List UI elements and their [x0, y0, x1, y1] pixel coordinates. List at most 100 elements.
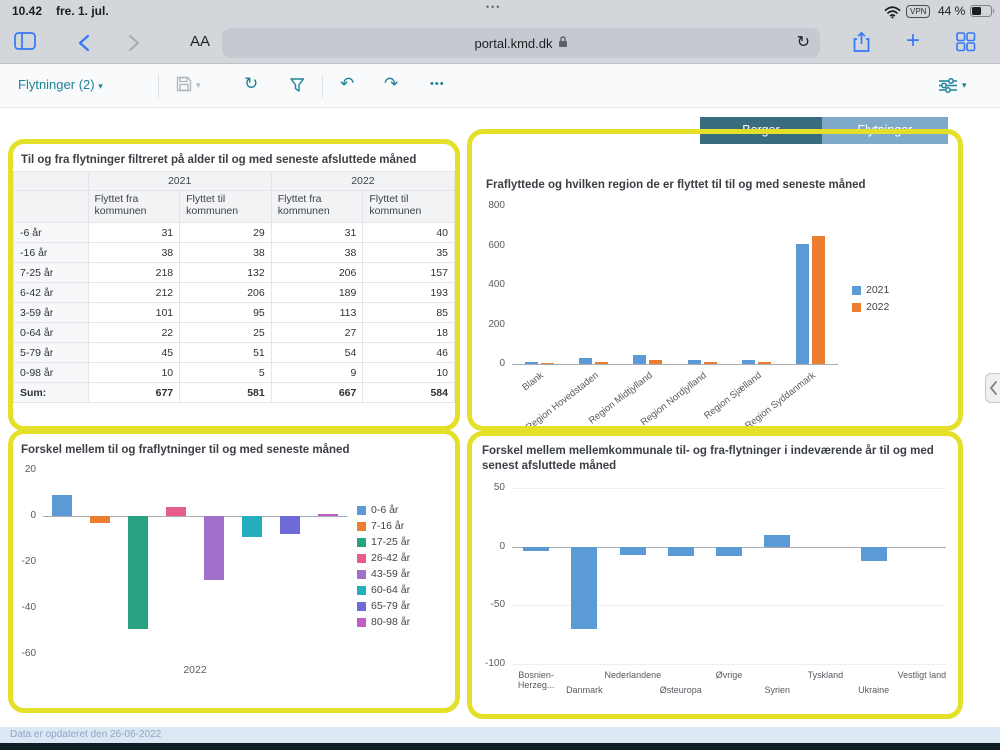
x-axis-line [43, 516, 347, 517]
table-cell: 189 [271, 283, 363, 303]
bar[interactable] [758, 362, 771, 364]
redo-icon[interactable]: ↷ [384, 74, 398, 94]
legend-item[interactable]: 2022 [852, 301, 889, 313]
bar[interactable] [579, 358, 592, 364]
bar[interactable] [525, 362, 538, 364]
year-header: 2021 [88, 172, 271, 191]
bar[interactable] [242, 516, 262, 537]
y-tick-label: 600 [478, 240, 505, 251]
legend-swatch [357, 618, 366, 627]
legend-label: 80-98 år [371, 616, 410, 628]
filter-settings-icon[interactable] [938, 78, 958, 98]
reader-options-button[interactable]: AA [190, 33, 210, 50]
x-axis-title: 2022 [43, 664, 347, 676]
collapse-panel-button[interactable] [985, 373, 1000, 403]
table-cell: 95 [180, 303, 272, 323]
undo-icon[interactable]: ↶ [340, 74, 354, 94]
chevron-down-icon[interactable]: ▾ [962, 81, 967, 91]
bar[interactable] [90, 516, 110, 523]
bar[interactable] [796, 244, 809, 364]
row-label: 6-42 år [14, 283, 89, 303]
bar[interactable] [764, 535, 790, 547]
table-cell: 38 [88, 243, 180, 263]
legend-item[interactable]: 43-59 år [357, 568, 410, 580]
legend-item[interactable]: 7-16 år [357, 520, 410, 532]
bar[interactable] [716, 547, 742, 556]
legend-label: 17-25 år [371, 536, 410, 548]
share-icon[interactable] [852, 31, 871, 59]
x-axis-label: Nederlandene [605, 670, 661, 680]
more-options-button[interactable]: ••• [430, 78, 445, 90]
y-tick-label: 50 [476, 482, 505, 493]
forward-button[interactable] [128, 34, 140, 57]
bar[interactable] [595, 362, 608, 364]
legend-label: 2022 [866, 301, 889, 313]
corner-cell [14, 191, 89, 223]
bar[interactable] [742, 360, 755, 364]
y-tick-label: -100 [476, 658, 505, 669]
bar[interactable] [166, 507, 186, 516]
bar[interactable] [571, 547, 597, 629]
bar[interactable] [541, 363, 554, 364]
year-header: 2022 [271, 172, 454, 191]
bar[interactable] [861, 547, 887, 561]
wifi-icon [884, 4, 901, 22]
battery-icon [970, 5, 996, 21]
panel-title: Til og fra flytninger filtreret på alder… [21, 153, 455, 168]
footer-status-bar: Data er opdateret den 26-06-2022 [0, 727, 1000, 743]
bar[interactable] [523, 547, 549, 552]
back-button[interactable] [78, 34, 90, 57]
table-cell: 581 [180, 383, 272, 403]
bar[interactable] [633, 355, 646, 364]
table-row: 6-42 år212206189193 [14, 283, 455, 303]
legend-item[interactable]: 0-6 år [357, 504, 410, 516]
bar[interactable] [668, 547, 694, 556]
legend-label: 0-6 år [371, 504, 398, 516]
url-text: portal.kmd.dk [474, 36, 552, 51]
table-cell: 206 [271, 263, 363, 283]
bar[interactable] [688, 360, 701, 364]
table-cell: 38 [271, 243, 363, 263]
refresh-icon[interactable]: ↻ [244, 74, 258, 94]
bar[interactable] [318, 514, 338, 516]
filter-icon[interactable] [290, 78, 305, 97]
gridline [512, 664, 946, 665]
reload-icon[interactable]: ↻ [797, 32, 810, 51]
bar[interactable] [52, 495, 72, 516]
bar[interactable] [204, 516, 224, 580]
bar[interactable] [704, 362, 717, 364]
bar[interactable] [128, 516, 148, 629]
x-axis-label: Syrien [749, 685, 805, 695]
gridline [512, 488, 946, 489]
legend-item[interactable]: 2021 [852, 284, 889, 296]
dataset-selector[interactable]: Flytninger (2) ▾ [18, 77, 103, 92]
save-icon[interactable] [176, 76, 192, 97]
address-bar[interactable]: portal.kmd.dk ↻ [222, 28, 820, 58]
save-dropdown-chevron-icon[interactable]: ▾ [196, 81, 201, 91]
corner-cell [14, 172, 89, 191]
tabs-overview-icon[interactable] [956, 32, 976, 57]
legend-item[interactable]: 17-25 år [357, 536, 410, 548]
bar[interactable] [812, 236, 825, 364]
data-updated-status: Data er opdateret den 26-06-2022 [10, 729, 161, 740]
table-cell: 35 [363, 243, 455, 263]
legend-item[interactable]: 26-42 år [357, 552, 410, 564]
table-cell: 132 [180, 263, 272, 283]
sidebar-icon[interactable] [14, 32, 36, 55]
table-cell: 193 [363, 283, 455, 303]
bar[interactable] [620, 547, 646, 555]
table-cell: 18 [363, 323, 455, 343]
bar[interactable] [649, 360, 662, 364]
battery-percentage: 44 % [938, 4, 965, 18]
y-tick-label: -50 [476, 599, 505, 610]
new-tab-button[interactable]: + [906, 27, 920, 55]
bar[interactable] [280, 516, 300, 534]
row-label: 3-59 år [14, 303, 89, 323]
legend-item[interactable]: 60-64 år [357, 584, 410, 596]
legend-item[interactable]: 65-79 år [357, 600, 410, 612]
x-axis-label: Østeuropa [653, 685, 709, 695]
multitasking-indicator: ••• [486, 2, 501, 12]
legend-item[interactable]: 80-98 år [357, 616, 410, 628]
table-cell: 31 [271, 223, 363, 243]
table-cell: 40 [363, 223, 455, 243]
